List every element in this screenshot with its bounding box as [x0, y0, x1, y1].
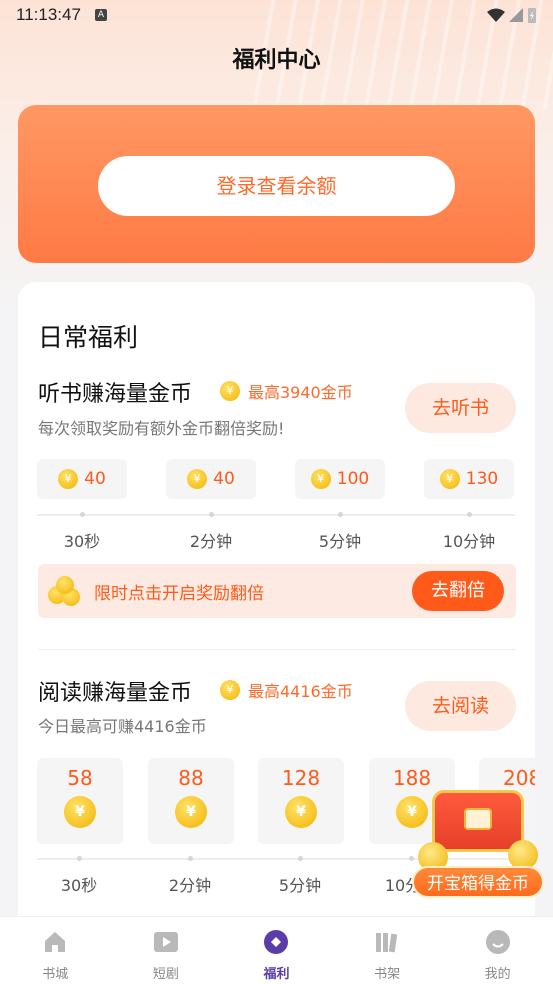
wifi-icon: [487, 8, 505, 22]
open-treasure-button[interactable]: 开宝箱得金币: [412, 866, 544, 898]
read-stage-box: 128 ¥: [258, 758, 344, 844]
tab-label: 书城: [42, 967, 69, 982]
tab-label: 福利: [263, 967, 290, 982]
profile-icon: [485, 930, 510, 954]
tab-benefits[interactable]: 福利: [221, 917, 332, 984]
coin-icon: ¥: [187, 469, 208, 489]
battery-icon: [528, 8, 536, 23]
progress-dot: [209, 512, 214, 517]
listen-progress-track: [37, 514, 515, 516]
progress-dot: [338, 512, 343, 517]
listen-stage-coins: ¥40: [37, 459, 127, 499]
double-reward-banner: 限时点击开启奖励翻倍 去翻倍: [38, 564, 516, 618]
tab-label: 短剧: [152, 967, 179, 982]
progress-dot: [77, 856, 82, 861]
read-max-tag: ¥ 最高4416金币: [220, 678, 353, 702]
home-icon: [45, 932, 66, 952]
coin-icon: ¥: [220, 680, 240, 700]
bookshelf-icon: [376, 933, 398, 953]
read-stage-label: 5分钟: [278, 876, 322, 895]
benefits-icon: [264, 930, 289, 954]
status-time: 11:13:47: [16, 5, 81, 24]
section-title: 日常福利: [38, 323, 139, 352]
listen-stage-label: 5分钟: [318, 532, 362, 551]
read-max-text: 最高4416金币: [248, 682, 353, 701]
listen-button[interactable]: 去听书: [405, 383, 516, 433]
tab-label: 书架: [374, 967, 401, 982]
coins-stack-icon: [48, 576, 82, 606]
tab-bookstore[interactable]: 书城: [0, 917, 111, 984]
coin-icon: ¥: [58, 469, 79, 489]
read-stage-label: 30秒: [60, 876, 98, 895]
coin-icon: ¥: [64, 796, 96, 828]
listen-subtitle: 每次领取奖励有额外金币翻倍奖励!: [38, 419, 285, 438]
divider: [38, 649, 516, 650]
tab-label: 我的: [484, 967, 511, 982]
listen-stage-label: 2分钟: [189, 532, 233, 551]
progress-dot: [188, 856, 193, 861]
listen-stage-value: 40: [84, 469, 106, 489]
tab-profile[interactable]: 我的: [442, 917, 553, 984]
coin-icon: ¥: [439, 469, 460, 489]
chest-lock-icon: [464, 808, 492, 830]
listen-task-title: 听书赚海量金币: [38, 382, 193, 407]
login-card: 登录查看余额: [18, 105, 535, 263]
play-icon: [153, 932, 178, 952]
double-reward-text: 限时点击开启奖励翻倍: [94, 584, 264, 604]
read-subtitle: 今日最高可赚4416金币: [38, 717, 207, 736]
read-stage-value: 88: [178, 766, 204, 790]
listen-stage-value: 100: [336, 469, 370, 489]
notification-icon: A: [94, 9, 107, 21]
page-title: 福利中心: [232, 48, 321, 73]
progress-dot: [467, 512, 472, 517]
read-stage-value: 128: [281, 766, 321, 790]
listen-stage-coins: ¥100: [295, 459, 385, 499]
read-stage-box: 58 ¥: [37, 758, 123, 844]
listen-max-text: 最高3940金币: [248, 383, 353, 402]
read-task-title: 阅读赚海量金币: [38, 681, 193, 706]
listen-stage-coins: ¥40: [166, 459, 256, 499]
tab-short-drama[interactable]: 短剧: [111, 917, 222, 984]
listen-stage-label: 10分钟: [442, 532, 496, 551]
coin-icon: ¥: [220, 381, 240, 401]
status-bar: 11:13:47 A: [0, 0, 553, 30]
progress-dot: [298, 856, 303, 861]
read-stage-value: 58: [67, 766, 93, 790]
coin-icon: ¥: [285, 796, 317, 828]
listen-stage-coins: ¥130: [424, 459, 514, 499]
signal-icon: [509, 8, 523, 22]
read-stage-label: 2分钟: [168, 876, 212, 895]
listen-max-tag: ¥ 最高3940金币: [220, 379, 353, 403]
treasure-chest-widget[interactable]: 开宝箱得金币: [412, 780, 544, 900]
double-reward-button[interactable]: 去翻倍: [412, 571, 504, 611]
coin-icon: ¥: [175, 796, 207, 828]
read-stage-box: 88 ¥: [148, 758, 234, 844]
listen-stage-label: 30秒: [63, 532, 101, 551]
tab-bookshelf[interactable]: 书架: [332, 917, 443, 984]
bottom-tab-bar: 书城 短剧 福利 书架 我的: [0, 916, 553, 984]
read-button[interactable]: 去阅读: [405, 681, 516, 731]
listen-stage-value: 130: [465, 469, 499, 489]
status-indicators: [487, 7, 537, 23]
listen-stage-value: 40: [213, 469, 235, 489]
progress-dot: [80, 512, 85, 517]
coin-icon: ¥: [310, 469, 331, 489]
login-button[interactable]: 登录查看余额: [98, 156, 455, 216]
